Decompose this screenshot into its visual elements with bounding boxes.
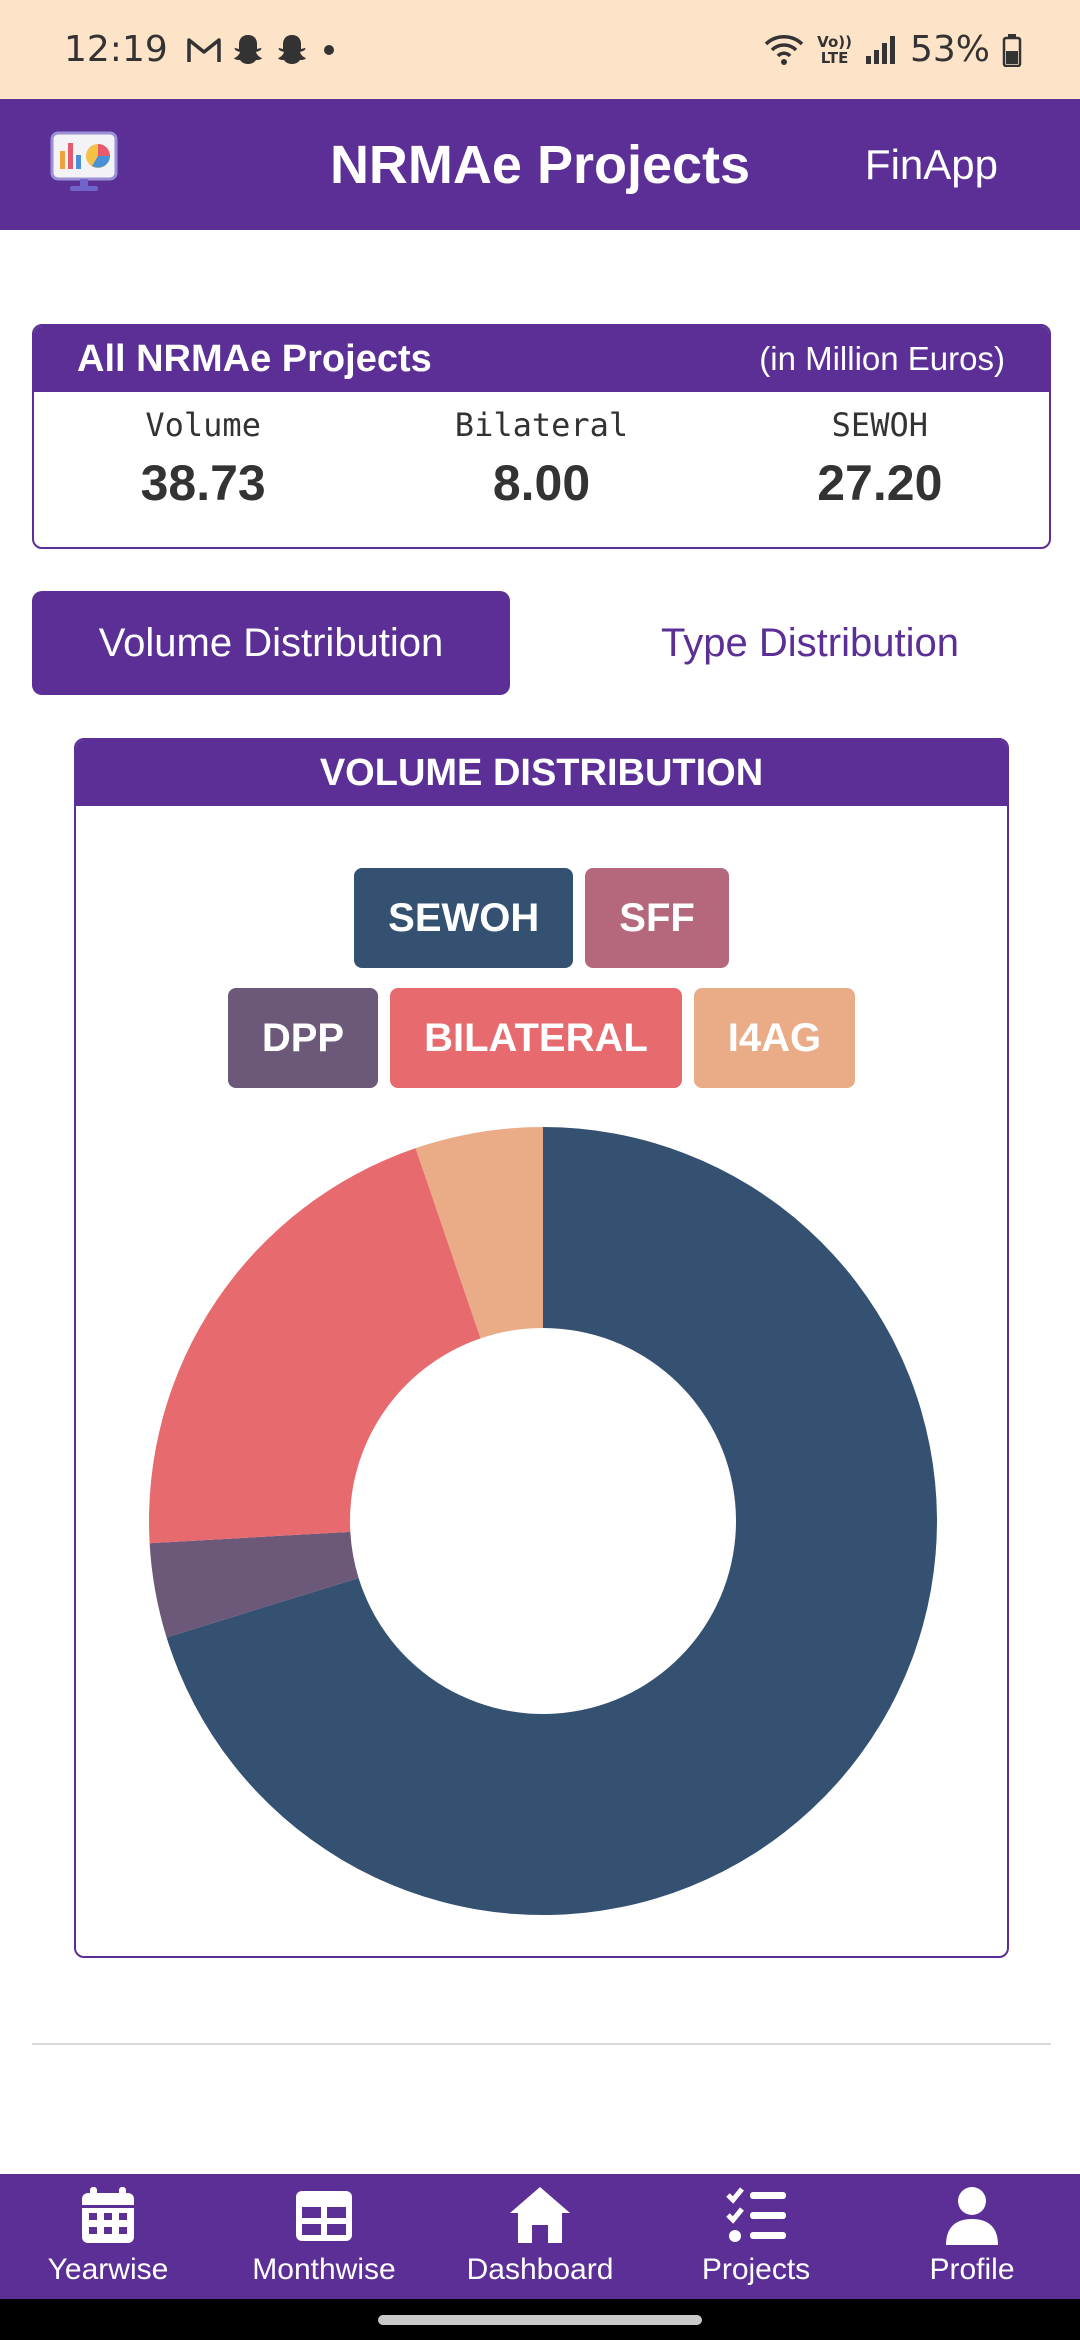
metric-label: Volume xyxy=(145,406,261,444)
metric-label: Bilateral xyxy=(454,406,629,444)
notification-dot-icon xyxy=(323,44,334,55)
nav-profile[interactable]: Profile xyxy=(864,2174,1080,2299)
metric-bilateral: Bilateral 8.00 xyxy=(372,392,710,547)
checklist-icon xyxy=(726,2187,786,2242)
lte-label: LTE xyxy=(820,48,849,67)
legend-label: BILATERAL xyxy=(424,1015,648,1060)
legend-label: SFF xyxy=(619,895,695,940)
nav-projects[interactable]: Projects xyxy=(648,2174,864,2299)
metric-value: 27.20 xyxy=(817,455,943,511)
metric-label: SEWOH xyxy=(831,406,928,444)
status-bar: 12:19 Vo)) LTE 53% xyxy=(0,0,1080,99)
nav-label: Dashboard xyxy=(466,2253,614,2286)
legend-bilateral[interactable]: BILATERAL xyxy=(390,988,682,1088)
nav-dashboard[interactable]: Dashboard xyxy=(432,2174,648,2299)
volte-indicator: Vo)) LTE xyxy=(817,34,852,66)
legend-label: DPP xyxy=(261,1015,345,1060)
wifi-icon xyxy=(764,34,804,65)
chart-card: VOLUME DISTRIBUTION SEWOH SFF DPP BILATERA… xyxy=(74,738,1009,1958)
bottom-nav: Yearwise Monthwise Dashboard Projects Pr… xyxy=(0,2174,1080,2299)
metric-volume: Volume 38.73 xyxy=(34,392,372,547)
metric-sewoh: SEWOH 27.20 xyxy=(711,392,1049,547)
tab-type-distribution[interactable]: Type Distribution xyxy=(590,591,1030,695)
user-icon xyxy=(946,2187,998,2245)
nav-label: Profile xyxy=(929,2253,1015,2286)
table-grid-icon xyxy=(296,2191,352,2241)
nav-label: Yearwise xyxy=(47,2253,169,2286)
battery-percent: 53% xyxy=(909,29,990,70)
divider xyxy=(32,2043,1051,2045)
tab-volume-distribution[interactable]: Volume Distribution xyxy=(32,591,510,695)
nav-monthwise[interactable]: Monthwise xyxy=(216,2174,432,2299)
app-bar: NRMAe Projects FinApp xyxy=(0,99,1080,230)
slice-bilateral[interactable] xyxy=(149,1148,481,1544)
nav-yearwise[interactable]: Yearwise xyxy=(0,2174,216,2299)
chart-legend: SEWOH SFF DPP BILATERAL I4AG xyxy=(76,868,1007,1088)
legend-i4ag[interactable]: I4AG xyxy=(693,988,856,1088)
legend-label: I4AG xyxy=(727,1015,822,1060)
volte-label: Vo)) xyxy=(817,32,852,51)
gesture-bar xyxy=(0,2299,1080,2340)
nav-label: Projects xyxy=(701,2253,811,2286)
presentation-chart-icon[interactable] xyxy=(50,131,118,193)
summary-card: All NRMAe Projects (in Million Euros) Vo… xyxy=(32,324,1051,549)
snapchat-icon xyxy=(277,34,306,64)
home-gesture-handle[interactable] xyxy=(378,2315,702,2325)
summary-unit: (in Million Euros) xyxy=(759,340,1005,377)
signal-icon xyxy=(865,35,895,64)
gmail-icon xyxy=(187,37,221,62)
snapchat-icon xyxy=(233,34,262,64)
metric-value: 8.00 xyxy=(492,455,591,511)
legend-sff[interactable]: SFF xyxy=(585,868,729,968)
status-time: 12:19 xyxy=(64,29,168,70)
summary-title: All NRMAe Projects xyxy=(77,337,432,380)
finapp-link[interactable]: FinApp xyxy=(865,141,998,189)
legend-label: SEWOH xyxy=(388,895,540,940)
metric-value: 38.73 xyxy=(140,455,266,511)
home-icon xyxy=(510,2187,570,2243)
calendar-icon xyxy=(82,2187,134,2243)
battery-icon xyxy=(1002,33,1022,67)
legend-sewoh[interactable]: SEWOH xyxy=(354,868,574,968)
summary-header: All NRMAe Projects (in Million Euros) xyxy=(34,326,1049,392)
nav-label: Monthwise xyxy=(252,2253,396,2286)
legend-dpp[interactable]: DPP xyxy=(227,988,379,1088)
